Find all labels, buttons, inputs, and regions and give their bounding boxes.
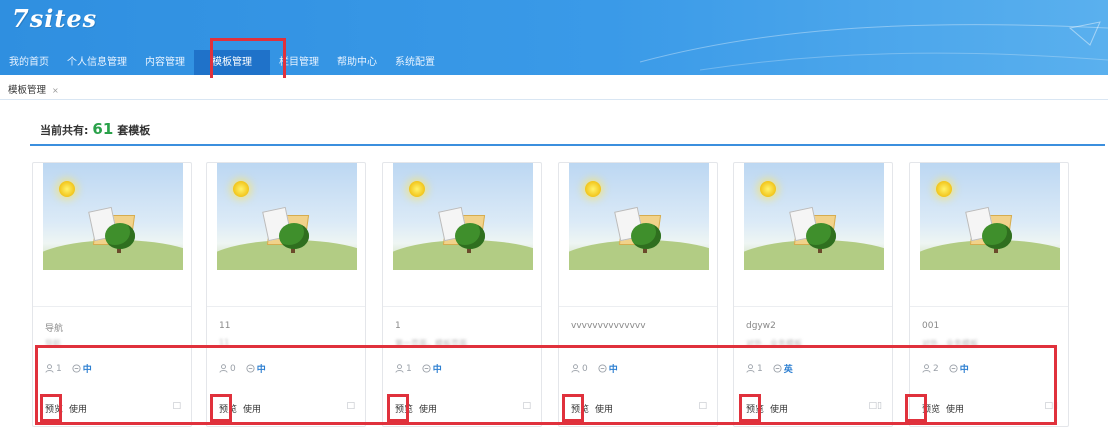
tab-bar: 模板管理 × <box>0 78 1108 100</box>
template-name: dgyw2 <box>746 321 776 331</box>
template-thumbnail[interactable] <box>393 163 533 270</box>
card-divider <box>734 306 892 307</box>
tab-templates[interactable]: 模板管理 × <box>8 82 59 96</box>
highlight-box-card-footers <box>35 345 1057 425</box>
tree-icon <box>982 223 1012 249</box>
sun-icon <box>59 181 75 197</box>
template-name: 1 <box>395 321 401 331</box>
card-divider <box>207 306 365 307</box>
highlight-box-preview <box>562 394 584 422</box>
template-thumbnail[interactable] <box>217 163 357 270</box>
top-header: 7sites 我的首页 个人信息管理 内容管理 模板管理 栏目管理 帮助中心 系… <box>0 0 1108 75</box>
nav-item-profile[interactable]: 个人信息管理 <box>58 50 136 75</box>
card-divider <box>33 306 191 307</box>
template-name: 导航 <box>45 324 64 334</box>
highlight-box-preview <box>40 394 62 422</box>
template-count: 当前共有: 61 套模板 <box>40 120 150 138</box>
section-divider <box>30 144 1105 146</box>
site-logo[interactable]: 7sites <box>12 4 97 33</box>
sun-icon <box>760 181 776 197</box>
template-name: 11 <box>219 321 231 331</box>
template-name: vvvvvvvvvvvvvv <box>571 321 646 331</box>
tree-icon <box>105 223 135 249</box>
tree-icon <box>806 223 836 249</box>
tree-icon <box>279 223 309 249</box>
template-name: 001 <box>922 321 940 331</box>
tree-icon <box>631 223 661 249</box>
card-divider <box>910 306 1068 307</box>
card-divider <box>559 306 717 307</box>
highlight-box-preview <box>210 394 232 422</box>
template-thumbnail[interactable] <box>744 163 884 270</box>
card-divider <box>383 306 541 307</box>
sun-icon <box>585 181 601 197</box>
template-thumbnail[interactable] <box>43 163 183 270</box>
sun-icon <box>233 181 249 197</box>
highlight-box-preview <box>387 394 409 422</box>
sun-icon <box>936 181 952 197</box>
template-thumbnail[interactable] <box>569 163 709 270</box>
nav-item-content[interactable]: 内容管理 <box>136 50 194 75</box>
sun-icon <box>409 181 425 197</box>
count-suffix: 套模板 <box>117 124 151 137</box>
nav-item-home[interactable]: 我的首页 <box>0 50 58 75</box>
highlight-box-preview <box>905 394 927 422</box>
tab-label: 模板管理 <box>8 85 47 96</box>
nav-item-settings[interactable]: 系统配置 <box>386 50 444 75</box>
count-number: 61 <box>92 120 114 138</box>
tab-close-icon[interactable]: × <box>52 86 59 95</box>
tree-icon <box>455 223 485 249</box>
count-prefix: 当前共有: <box>40 124 89 137</box>
template-thumbnail[interactable] <box>920 163 1060 270</box>
highlight-box-preview <box>739 394 761 422</box>
nav-item-help[interactable]: 帮助中心 <box>328 50 386 75</box>
